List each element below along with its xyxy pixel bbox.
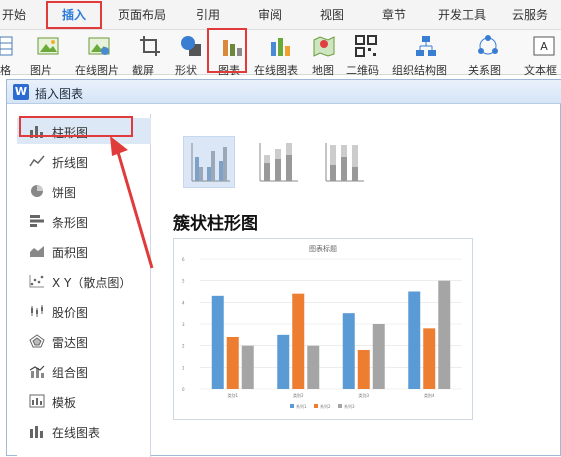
chart-bar bbox=[372, 324, 385, 389]
legend-swatch bbox=[314, 404, 318, 408]
dialog-title: 插入图表 bbox=[35, 87, 84, 101]
bar-chart-icon bbox=[30, 215, 44, 227]
ribbon-screenshot[interactable]: 截屏 bbox=[132, 30, 170, 77]
menu-developer[interactable]: 开发工具 bbox=[438, 6, 486, 23]
qrcode-icon bbox=[355, 35, 377, 57]
ribbon: 格 图片 在线图片 截屏 形状 图表 在线图表 地图 二维码 组织结构图 关系图 bbox=[0, 30, 561, 77]
scatter-chart-icon bbox=[29, 275, 44, 288]
screenshot-icon bbox=[140, 36, 160, 56]
clustered-column-icon bbox=[191, 143, 230, 182]
ribbon-picture[interactable]: 图片 bbox=[30, 30, 70, 77]
x-tick-label: 类别2 bbox=[293, 392, 304, 398]
legend-swatch bbox=[290, 404, 294, 408]
area-chart-icon bbox=[30, 246, 44, 257]
category-combo[interactable]: 组合图 bbox=[17, 358, 151, 384]
ribbon-shape[interactable]: 形状 bbox=[175, 30, 207, 77]
y-tick-label: 3 bbox=[182, 322, 185, 327]
legend-label: 系列1 bbox=[296, 403, 307, 409]
chart-bar bbox=[211, 295, 224, 389]
y-tick-label: 2 bbox=[182, 344, 185, 349]
subtype-title: 簇状柱形图 bbox=[173, 214, 258, 234]
ribbon-qrcode[interactable]: 二维码 bbox=[346, 30, 386, 77]
subtype-clustered-column[interactable] bbox=[183, 136, 235, 188]
org-chart-icon bbox=[416, 36, 436, 56]
radar-chart-icon bbox=[29, 334, 45, 348]
category-online-chart[interactable]: 在线图表 bbox=[17, 418, 151, 444]
chart-preview-svg: 图表标题 0 1 2 3 4 5 6 类别1 类别2 类别3 类别4 系列1 系列2 系列3 bbox=[182, 244, 462, 409]
x-tick-label: 类别4 bbox=[424, 392, 435, 398]
chart-bar bbox=[423, 328, 436, 389]
y-tick-label: 4 bbox=[182, 300, 185, 305]
chart-button-highlight bbox=[207, 28, 247, 73]
chart-bar bbox=[307, 345, 320, 389]
online-chart-icon bbox=[30, 426, 43, 438]
category-radar[interactable]: 雷达图 bbox=[17, 328, 151, 354]
relation-icon bbox=[478, 35, 498, 55]
svg-text:A: A bbox=[540, 40, 548, 53]
picture-icon bbox=[37, 37, 59, 55]
subtype-stacked-column[interactable] bbox=[251, 136, 303, 188]
legend-label: 系列2 bbox=[320, 403, 331, 409]
menu-page-layout[interactable]: 页面布局 bbox=[118, 6, 166, 23]
chart-bar bbox=[292, 293, 305, 389]
menu-review[interactable]: 审阅 bbox=[258, 6, 282, 23]
pie-chart-icon bbox=[31, 185, 43, 197]
y-tick-label: 0 bbox=[182, 387, 185, 392]
category-template[interactable]: 模板 bbox=[17, 388, 151, 414]
x-tick-label: 类别3 bbox=[358, 392, 369, 398]
ribbon-table[interactable]: 格 bbox=[0, 30, 22, 77]
ribbon-map[interactable]: 地图 bbox=[310, 30, 338, 77]
chart-preview: 图表标题 0 1 2 3 4 5 6 类别1 类别2 类别3 类别4 系列1 系列2 系列3 bbox=[173, 238, 473, 420]
combo-chart-icon bbox=[29, 365, 45, 378]
chart-bar bbox=[226, 337, 239, 389]
chart-subtype-panel: 簇状柱形图 图表标题 0 1 2 3 4 5 6 类别1 类别2 类别3 类别4 系列1 系列2 系列3 bbox=[157, 114, 561, 457]
template-icon bbox=[29, 394, 45, 408]
legend-label: 系列3 bbox=[344, 403, 355, 409]
subtype-percent-stacked-column[interactable] bbox=[317, 136, 369, 188]
y-tick-label: 5 bbox=[182, 279, 185, 284]
chart-bar bbox=[277, 334, 290, 389]
ribbon-online-chart[interactable]: 在线图表 bbox=[254, 30, 306, 77]
app-logo: W bbox=[13, 84, 29, 100]
chart-title: 图表标题 bbox=[309, 244, 337, 253]
insert-tab-highlight bbox=[46, 1, 102, 29]
chart-bar bbox=[408, 291, 421, 389]
textbox-icon: A bbox=[533, 36, 555, 56]
line-chart-icon bbox=[29, 155, 45, 167]
legend-swatch bbox=[338, 404, 342, 408]
x-tick-label: 类别1 bbox=[227, 392, 238, 398]
y-tick-label: 6 bbox=[182, 257, 185, 262]
menu-view[interactable]: 视图 bbox=[320, 6, 344, 23]
menu-section[interactable]: 章节 bbox=[382, 6, 406, 23]
stock-chart-icon bbox=[31, 305, 43, 317]
map-icon bbox=[313, 36, 335, 57]
chart-bar bbox=[342, 313, 355, 389]
ribbon-online-picture[interactable]: 在线图片 bbox=[75, 30, 127, 77]
chart-bar bbox=[438, 280, 451, 389]
ribbon-org-chart[interactable]: 组织结构图 bbox=[392, 30, 456, 77]
menu-start[interactable]: 开始 bbox=[2, 6, 26, 23]
ribbon-textbox[interactable]: A 文本框 bbox=[522, 30, 561, 77]
chart-bar bbox=[357, 350, 370, 389]
ribbon-relation[interactable]: 关系图 bbox=[468, 30, 508, 77]
online-chart-icon bbox=[271, 38, 290, 56]
stacked-column-icon bbox=[259, 143, 298, 182]
shape-icon bbox=[181, 36, 201, 56]
insert-chart-dialog: W 插入图表 柱形图 折线图 饼图 条形图 面积图 X Y（散点图） 股价图 雷… bbox=[6, 79, 561, 457]
dialog-title-bar: W 插入图表 bbox=[7, 80, 561, 104]
chart-bar bbox=[241, 345, 254, 389]
annotation-arrow bbox=[110, 136, 154, 269]
online-picture-icon bbox=[88, 37, 110, 55]
y-tick-label: 1 bbox=[182, 365, 185, 370]
menu-references[interactable]: 引用 bbox=[196, 6, 220, 23]
table-icon bbox=[0, 36, 13, 56]
category-stock[interactable]: 股价图 bbox=[17, 298, 151, 324]
percent-stacked-column-icon bbox=[325, 143, 364, 182]
menu-cloud[interactable]: 云服务 bbox=[512, 6, 548, 23]
